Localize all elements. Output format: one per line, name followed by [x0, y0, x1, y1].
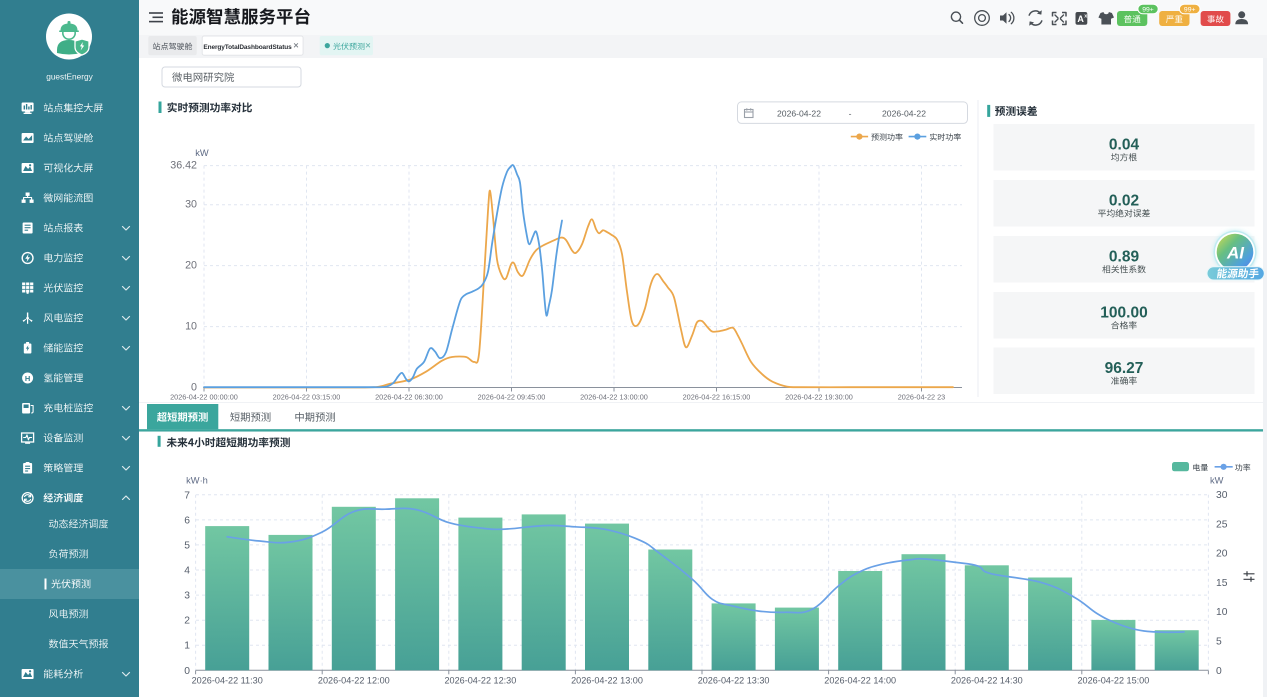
svg-text:kW·h: kW·h — [186, 476, 208, 486]
svg-text:30: 30 — [1216, 490, 1228, 501]
svg-text:30: 30 — [185, 199, 197, 211]
svg-text:2026-04-22 13:30: 2026-04-22 13:30 — [698, 676, 770, 686]
svg-text:0: 0 — [1216, 666, 1222, 677]
svg-text:2026-04-22 14:00: 2026-04-22 14:00 — [824, 676, 896, 686]
svg-text:25: 25 — [1216, 519, 1228, 530]
svg-text:2026-04-22 13:00:00: 2026-04-22 13:00:00 — [580, 393, 648, 402]
svg-text:0.02: 0.02 — [1109, 193, 1139, 210]
svg-text:10: 10 — [1216, 607, 1228, 618]
svg-text:2026-04-22 00:00:00: 2026-04-22 00:00:00 — [170, 393, 238, 402]
svg-text:2026-04-22 09:45:00: 2026-04-22 09:45:00 — [478, 393, 546, 402]
svg-text:H: H — [25, 374, 30, 383]
svg-text:AI: AI — [1226, 244, 1245, 263]
svg-text:2026-04-22: 2026-04-22 — [882, 108, 926, 118]
svg-text:96.27: 96.27 — [1105, 360, 1144, 377]
svg-text:36.42: 36.42 — [170, 160, 197, 172]
svg-text:99+: 99+ — [1142, 6, 1154, 13]
svg-text:0.89: 0.89 — [1109, 249, 1140, 266]
svg-text:5: 5 — [184, 540, 190, 551]
svg-text:2026-04-22 14:30: 2026-04-22 14:30 — [951, 676, 1023, 686]
svg-text:2026-04-22 11:30: 2026-04-22 11:30 — [192, 676, 263, 686]
svg-text:2026-04-22 12:30: 2026-04-22 12:30 — [444, 676, 516, 686]
svg-text:2026-04-22 15:00: 2026-04-22 15:00 — [1077, 676, 1149, 686]
svg-text:3: 3 — [184, 591, 190, 602]
svg-text:guestEnergy: guestEnergy — [46, 72, 93, 82]
svg-text:2: 2 — [184, 616, 190, 627]
svg-text:kW: kW — [195, 148, 209, 158]
svg-text:99+: 99+ — [1184, 6, 1196, 13]
svg-text:0.04: 0.04 — [1109, 137, 1140, 154]
svg-text:20: 20 — [185, 260, 197, 272]
svg-text:2026-04-22 19:30:00: 2026-04-22 19:30:00 — [785, 393, 853, 402]
svg-text:2026-04-22 16:15:00: 2026-04-22 16:15:00 — [683, 393, 751, 402]
svg-text:4: 4 — [184, 566, 190, 577]
svg-text:kW: kW — [1210, 476, 1224, 486]
svg-text:7: 7 — [184, 490, 190, 501]
svg-text:100.00: 100.00 — [1100, 305, 1147, 322]
svg-text:2026-04-22 03:15:00: 2026-04-22 03:15:00 — [273, 393, 341, 402]
svg-text:2026-04-22 13:00: 2026-04-22 13:00 — [571, 676, 643, 686]
svg-text:2026-04-22 12:00: 2026-04-22 12:00 — [318, 676, 390, 686]
svg-text:EnergyTotalDashboardStatus: EnergyTotalDashboardStatus — [203, 44, 292, 51]
svg-text:x: x — [1084, 14, 1088, 20]
svg-text:20: 20 — [1216, 549, 1228, 560]
svg-text:1: 1 — [184, 641, 190, 652]
svg-text:2026-04-22: 2026-04-22 — [777, 108, 821, 118]
svg-text:2026-04-22 23: 2026-04-22 23 — [898, 393, 945, 402]
svg-text:5: 5 — [1216, 637, 1222, 648]
svg-text:2026-04-22 06:30:00: 2026-04-22 06:30:00 — [375, 393, 443, 402]
svg-text:0: 0 — [184, 666, 190, 677]
svg-text:10: 10 — [185, 321, 197, 333]
svg-text:15: 15 — [1216, 578, 1228, 589]
svg-text:6: 6 — [184, 515, 190, 526]
svg-text:-: - — [849, 108, 852, 118]
